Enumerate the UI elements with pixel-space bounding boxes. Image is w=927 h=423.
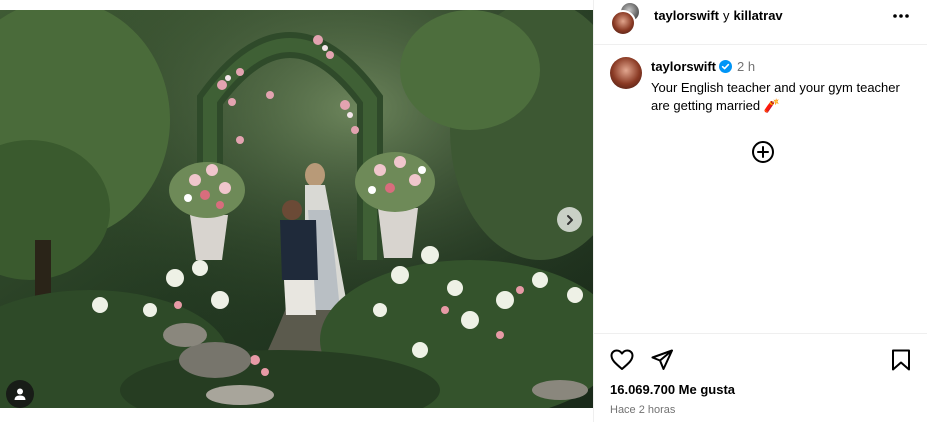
caption-username[interactable]: taylorswift xyxy=(651,59,716,74)
collab-avatars[interactable] xyxy=(610,2,640,36)
post-actions: 16.069.700 Me gusta Hace 2 horas xyxy=(594,333,927,423)
caption-text: Your English teacher and your gym teache… xyxy=(651,80,900,113)
user-icon xyxy=(14,388,26,400)
caption-body: taylorswift 2 h Your English teacher and … xyxy=(651,58,911,115)
username-link-primary[interactable]: taylorswift xyxy=(654,8,719,23)
add-comment-button[interactable] xyxy=(751,140,775,164)
chevron-right-icon xyxy=(566,214,573,225)
post-header: taylorswift y killatrav xyxy=(594,0,927,45)
username-link-secondary[interactable]: killatrav xyxy=(734,8,783,23)
caption-timestamp[interactable]: 2 h xyxy=(737,59,755,74)
save-button[interactable] xyxy=(891,349,911,376)
avatar-taylorswift xyxy=(610,10,636,36)
more-horizontal-icon xyxy=(893,14,909,18)
verified-badge-icon xyxy=(719,60,733,78)
like-button[interactable] xyxy=(610,349,634,376)
next-image-button[interactable] xyxy=(557,207,582,232)
garden-proposal-image xyxy=(0,10,593,408)
bookmark-icon xyxy=(892,349,910,371)
caption-avatar[interactable] xyxy=(610,57,642,89)
post-date[interactable]: Hace 2 horas xyxy=(610,404,675,416)
heart-icon xyxy=(610,349,634,370)
tagged-users-button[interactable] xyxy=(6,380,34,408)
post-photo[interactable] xyxy=(0,10,593,408)
post-side-panel: taylorswift y killatrav taylorswift 2 h You… xyxy=(593,0,927,422)
plus-circle-icon xyxy=(752,141,774,163)
username-connector: y xyxy=(723,8,730,23)
like-count[interactable]: 16.069.700 Me gusta xyxy=(610,382,735,397)
paper-plane-icon xyxy=(651,349,673,370)
more-options-button[interactable] xyxy=(892,8,910,22)
collab-usernames: taylorswift y killatrav xyxy=(654,8,783,24)
share-button[interactable] xyxy=(651,349,673,376)
